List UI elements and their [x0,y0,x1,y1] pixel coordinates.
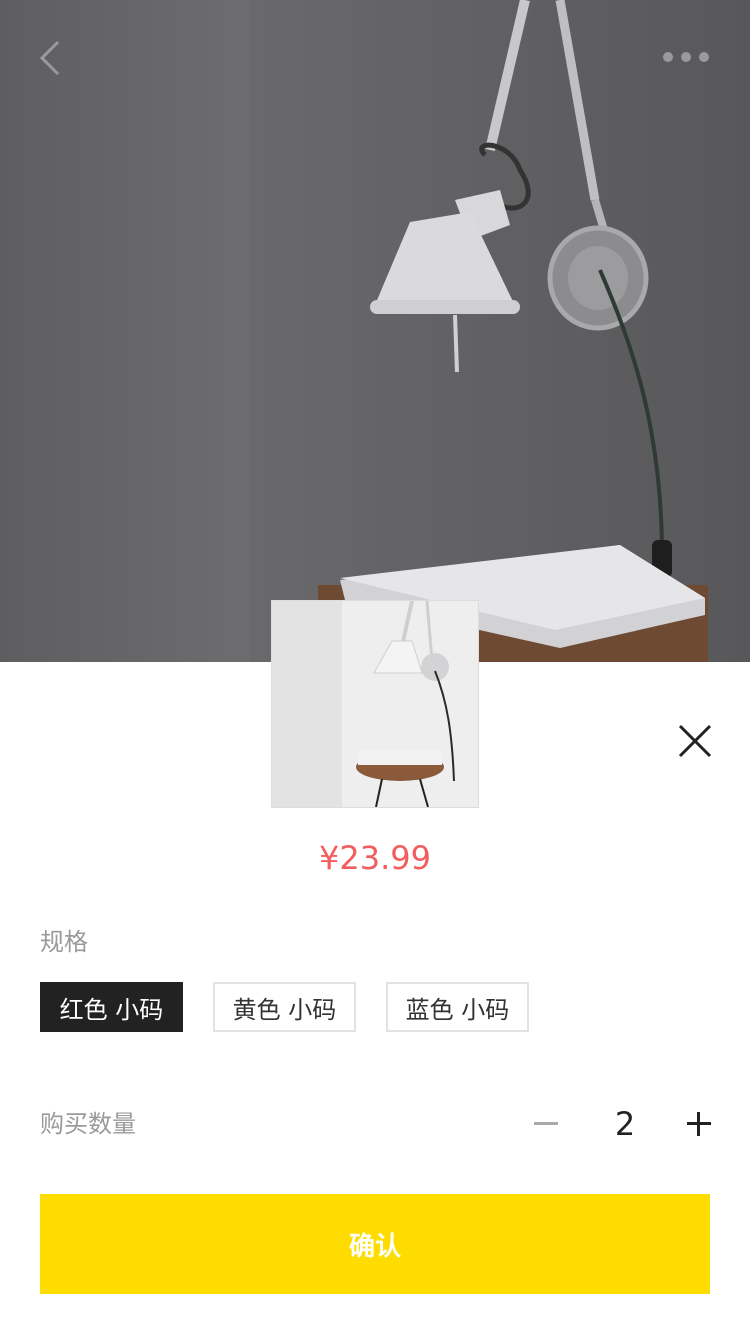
chevron-left-icon [39,40,60,76]
confirm-button[interactable]: 确认 [40,1194,710,1294]
close-icon [678,724,712,758]
more-horizontal-icon [663,52,709,62]
lamp-thumbnail-illustration [272,601,478,807]
quantity-label: 购买数量 [40,1110,136,1138]
back-button[interactable] [30,36,74,80]
product-hero-image [0,0,750,662]
spec-option-blue-small[interactable]: 蓝色 小码 [386,982,529,1032]
spec-option-red-small[interactable]: 红色 小码 [40,982,183,1032]
product-thumbnail [271,600,479,808]
quantity-decrease-button[interactable] [530,1106,562,1140]
more-button[interactable] [652,40,722,74]
spec-option-yellow-small[interactable]: 黄色 小码 [213,982,356,1032]
spec-options: 红色 小码 黄色 小码 蓝色 小码 [40,982,529,1032]
quantity-value: 2 [614,1105,636,1143]
close-button[interactable] [670,716,720,766]
quantity-increase-button[interactable] [682,1106,716,1140]
product-price: ¥23.99 [319,839,431,877]
spec-label: 规格 [40,928,88,956]
lamp-illustration [318,0,708,662]
